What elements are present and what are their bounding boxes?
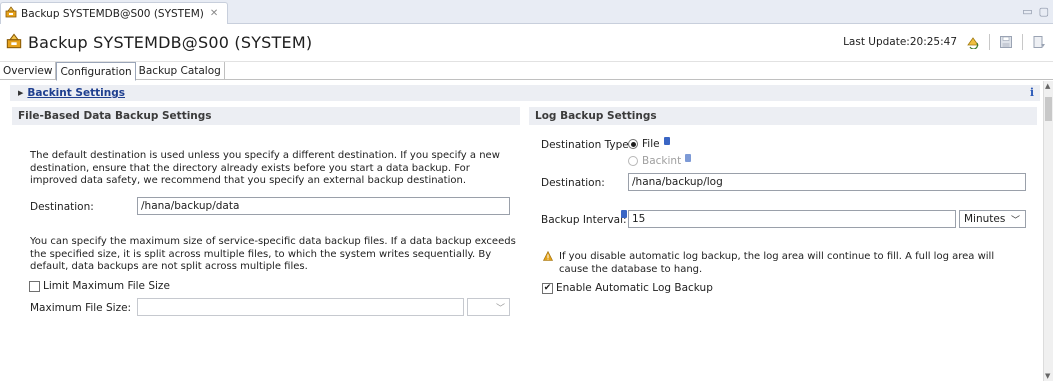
log-warning-text: If you disable automatic log backup, the… [559,251,995,275]
export-icon[interactable] [1031,34,1047,50]
scroll-up-icon[interactable]: ▲ [1045,82,1050,90]
close-icon[interactable]: ✕ [210,8,218,19]
log-backup-heading: Log Backup Settings [529,107,1037,125]
scroll-down-icon[interactable]: ▼ [1045,372,1050,380]
max-file-size-input[interactable] [137,298,464,316]
scrollbar-thumb[interactable] [1045,97,1052,121]
expand-triangle-icon[interactable]: ▶ [18,89,23,97]
backint-settings-link[interactable]: Backint Settings [27,87,125,99]
info-icon [621,210,627,218]
limit-file-size-checkbox[interactable]: Limit Maximum File Size [29,280,170,292]
maximize-icon[interactable]: ▢ [1039,5,1049,18]
max-file-size-unit-select[interactable]: ﹀ [467,298,510,316]
minimize-icon[interactable]: ▭ [1022,5,1032,18]
enable-auto-log-backup-label: Enable Automatic Log Backup [556,282,713,294]
backup-interval-label: Backup Interval: [541,214,627,226]
data-destination-input[interactable]: /hana/backup/data [137,197,510,215]
warning-icon [543,250,553,265]
data-destination-value: /hana/backup/data [141,200,240,212]
tab-label: Configuration [60,65,132,78]
radio-file-button[interactable] [628,139,638,149]
editor-tab[interactable]: Backup SYSTEMDB@S00 (SYSTEM) ✕ [0,2,228,24]
log-destination-value: /hana/backup/log [632,176,723,188]
toolbar-separator [1022,34,1023,50]
enable-auto-log-backup-checkbox[interactable]: ✔ Enable Automatic Log Backup [542,282,713,294]
chevron-down-icon: ﹀ [1010,216,1020,226]
radio-backint: Backint [628,154,692,167]
backup-icon [6,33,22,52]
log-destination-label: Destination: [541,177,605,189]
interval-unit-select[interactable]: Minutes ﹀ [959,210,1026,228]
backup-icon [5,6,17,21]
vertical-scrollbar[interactable]: ▲ ▼ [1043,81,1053,381]
tab-label: Overview [3,65,53,77]
data-destination-label: Destination: [30,201,94,213]
editor-tab-bar: Backup SYSTEMDB@S00 (SYSTEM) ✕ ▭ ▢ [0,0,1053,24]
radio-backint-label: Backint [642,155,682,167]
backint-settings-section[interactable]: ▶ Backint Settings i [10,85,1040,101]
chevron-down-icon: ﹀ [495,303,505,314]
interval-unit-value: Minutes [964,213,1006,225]
refresh-icon[interactable] [965,34,981,50]
configuration-panel: ▶ Backint Settings i File-Based Data Bac… [0,81,1043,381]
file-based-backup-heading: File-Based Data Backup Settings [12,107,520,125]
info-icon [663,137,670,145]
window-controls: ▭ ▢ [1022,5,1049,18]
tab-backup-catalog[interactable]: Backup Catalog [136,62,225,80]
log-destination-input[interactable]: /hana/backup/log [628,173,1026,191]
tab-configuration[interactable]: Configuration [56,62,136,81]
save-icon[interactable] [998,34,1014,50]
backup-interval-input[interactable]: 15 [628,210,956,228]
destination-description: The default destination is used unless y… [30,150,500,186]
backup-interval-value: 15 [632,213,646,225]
info-icon[interactable]: i [1030,86,1034,99]
info-icon [685,154,692,162]
editor-tab-label: Backup SYSTEMDB@S00 (SYSTEM) [21,7,204,20]
tab-label: Backup Catalog [138,65,221,77]
checkbox-box[interactable]: ✔ [542,282,553,294]
log-warning: If you disable automatic log backup, the… [543,250,1013,276]
toolbar-separator [989,34,990,50]
radio-backint-button [628,156,638,166]
editor-header: Backup SYSTEMDB@S00 (SYSTEM) Last Update… [0,24,1053,62]
last-update-label: Last Update:20:25:47 [843,36,957,48]
max-file-size-label: Maximum File Size: [30,302,132,314]
destination-type-label: Destination Type: [541,139,633,151]
tab-overview[interactable]: Overview [0,62,57,80]
header-toolbar: Last Update:20:25:47 [843,34,1047,50]
file-size-description: You can specify the maximum size of serv… [30,236,516,272]
limit-file-size-label: Limit Maximum File Size [43,280,170,292]
radio-file[interactable]: File [628,137,670,150]
page-title: Backup SYSTEMDB@S00 (SYSTEM) [28,33,313,52]
editor-subtabs: Overview Configuration Backup Catalog [0,62,1053,81]
checkbox-box[interactable] [29,280,40,292]
radio-file-label: File [642,138,660,150]
